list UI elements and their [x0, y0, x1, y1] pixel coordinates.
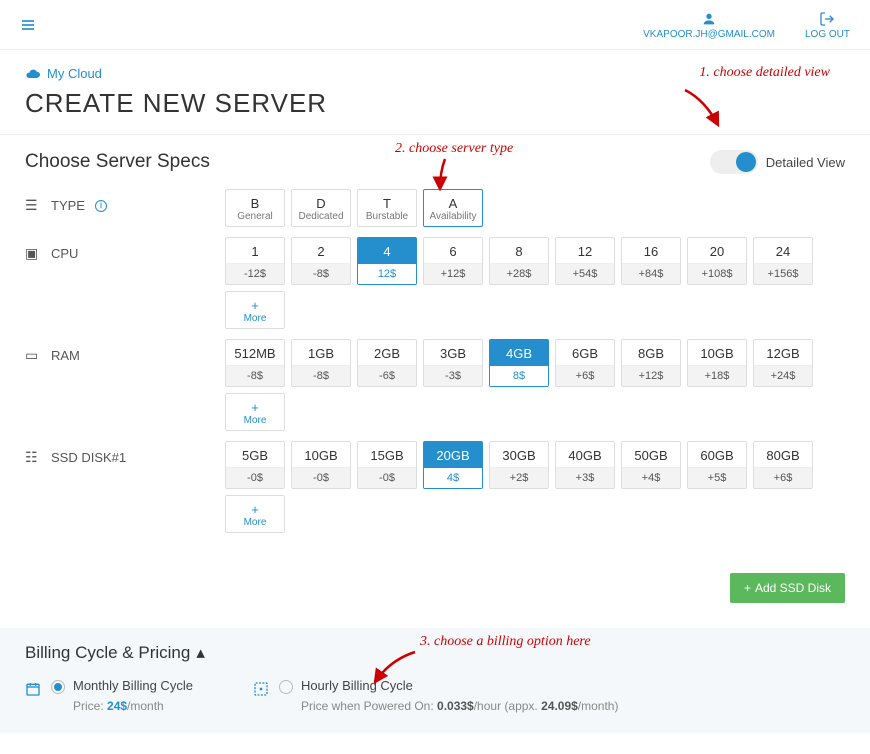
cpu-option-20[interactable]: 20+108$ [687, 237, 747, 285]
ram-option-3gb[interactable]: 3GB-3$ [423, 339, 483, 387]
ssd-option-10gb[interactable]: 10GB-0$ [291, 441, 351, 489]
ram-option-more[interactable]: +More [225, 393, 285, 431]
ssd-option-60gb[interactable]: 60GB+5$ [687, 441, 747, 489]
ram-icon: ▭ [25, 347, 43, 364]
ssd-option-80gb[interactable]: 80GB+6$ [753, 441, 813, 489]
cpu-option-2[interactable]: 2-8$ [291, 237, 351, 285]
ram-option-2gb[interactable]: 2GB-6$ [357, 339, 417, 387]
page-title: CREATE NEW SERVER [25, 88, 845, 119]
ram-option-12gb[interactable]: 12GB+24$ [753, 339, 813, 387]
cpu-option-16[interactable]: 16+84$ [621, 237, 681, 285]
disk-icon: ☷ [25, 449, 43, 466]
cpu-option-4[interactable]: 412$ [357, 237, 417, 285]
ram-option-6gb[interactable]: 6GB+6$ [555, 339, 615, 387]
ram-option-8gb[interactable]: 8GB+12$ [621, 339, 681, 387]
user-email: VKAPOOR.JH@GMAIL.COM [643, 29, 775, 40]
page-header: My Cloud CREATE NEW SERVER 1. choose det… [0, 50, 870, 135]
info-icon[interactable]: i [95, 200, 107, 212]
cpu-options: 1-12$ 2-8$ 412$ 6+12$ 8+28$ 12+54$ 16+84… [225, 237, 845, 329]
billing-hourly[interactable]: Hourly Billing Cycle Price when Powered … [253, 678, 619, 713]
chevron-up-icon: ▴ [196, 643, 205, 663]
ssd-label: SSD DISK#1 [51, 450, 126, 465]
add-ssd-disk-button[interactable]: + Add SSD Disk [730, 573, 845, 603]
cpu-option-6[interactable]: 6+12$ [423, 237, 483, 285]
ssd-option-30gb[interactable]: 30GB+2$ [489, 441, 549, 489]
plus-icon: + [744, 581, 751, 595]
user-menu[interactable]: VKAPOOR.JH@GMAIL.COM [643, 9, 775, 39]
ssd-option-50gb[interactable]: 50GB+4$ [621, 441, 681, 489]
radio-hourly[interactable] [279, 680, 293, 694]
logout-button[interactable]: LOG OUT [805, 9, 850, 39]
spec-row-cpu: ▣ CPU 1-12$ 2-8$ 412$ 6+12$ 8+28$ 12+54$… [25, 237, 845, 329]
specs-heading: Choose Server Specs [25, 151, 210, 173]
ram-option-10gb[interactable]: 10GB+18$ [687, 339, 747, 387]
billing-heading[interactable]: Billing Cycle & Pricing ▴ [25, 643, 845, 663]
radio-monthly[interactable] [51, 680, 65, 694]
hourly-icon [253, 680, 271, 698]
type-options: BGeneral DDedicated TBurstable AAvailabi… [225, 189, 483, 227]
spec-row-ssd: ☷ SSD DISK#1 5GB-0$ 10GB-0$ 15GB-0$ 20GB… [25, 441, 845, 533]
cpu-label: CPU [51, 246, 78, 261]
cpu-option-12[interactable]: 12+54$ [555, 237, 615, 285]
type-option-t[interactable]: TBurstable [357, 189, 417, 227]
ssd-option-more[interactable]: +More [225, 495, 285, 533]
monthly-label: Monthly Billing Cycle [73, 678, 193, 693]
ram-option-512mb[interactable]: 512MB-8$ [225, 339, 285, 387]
cloud-icon [25, 65, 41, 82]
menu-icon[interactable] [20, 13, 36, 36]
monthly-price: Price: 24$/month [73, 699, 193, 713]
server-icon: ☰ [25, 197, 43, 214]
ssd-option-15gb[interactable]: 15GB-0$ [357, 441, 417, 489]
detailed-view-toggle[interactable] [710, 150, 758, 174]
add-ssd-label: Add SSD Disk [755, 581, 831, 595]
ssd-option-40gb[interactable]: 40GB+3$ [555, 441, 615, 489]
type-option-a[interactable]: AAvailability [423, 189, 483, 227]
type-option-b[interactable]: BGeneral [225, 189, 285, 227]
specs-section: Choose Server Specs Detailed View 2. cho… [0, 135, 870, 558]
cpu-icon: ▣ [25, 245, 43, 262]
cpu-option-8[interactable]: 8+28$ [489, 237, 549, 285]
hourly-label: Hourly Billing Cycle [301, 678, 619, 693]
spec-row-ram: ▭ RAM 512MB-8$ 1GB-8$ 2GB-6$ 3GB-3$ 4GB8… [25, 339, 845, 431]
billing-section: Billing Cycle & Pricing ▴ 3. choose a bi… [0, 628, 870, 733]
spec-row-type: ☰ TYPE i BGeneral DDedicated TBurstable … [25, 189, 845, 227]
breadcrumb-my-cloud: My Cloud [47, 66, 102, 81]
ram-option-4gb[interactable]: 4GB8$ [489, 339, 549, 387]
user-icon [643, 9, 775, 26]
ram-options: 512MB-8$ 1GB-8$ 2GB-6$ 3GB-3$ 4GB8$ 6GB+… [225, 339, 845, 431]
calendar-icon [25, 680, 43, 698]
hourly-price: Price when Powered On: 0.033$/hour (appx… [301, 699, 619, 713]
breadcrumb[interactable]: My Cloud [25, 65, 845, 82]
detailed-view-label: Detailed View [766, 155, 845, 170]
ram-label: RAM [51, 348, 80, 363]
type-label: TYPE [51, 198, 85, 213]
logout-label: LOG OUT [805, 29, 850, 40]
logout-icon [805, 9, 850, 26]
cpu-option-more[interactable]: +More [225, 291, 285, 329]
cpu-option-1[interactable]: 1-12$ [225, 237, 285, 285]
ssd-option-20gb[interactable]: 20GB4$ [423, 441, 483, 489]
ram-option-1gb[interactable]: 1GB-8$ [291, 339, 351, 387]
billing-monthly[interactable]: Monthly Billing Cycle Price: 24$/month [25, 678, 193, 713]
topbar: VKAPOOR.JH@GMAIL.COM LOG OUT [0, 0, 870, 50]
cpu-option-24[interactable]: 24+156$ [753, 237, 813, 285]
ssd-option-5gb[interactable]: 5GB-0$ [225, 441, 285, 489]
add-disk-row: + Add SSD Disk [0, 558, 870, 618]
ssd-options: 5GB-0$ 10GB-0$ 15GB-0$ 20GB4$ 30GB+2$ 40… [225, 441, 845, 533]
type-option-d[interactable]: DDedicated [291, 189, 351, 227]
